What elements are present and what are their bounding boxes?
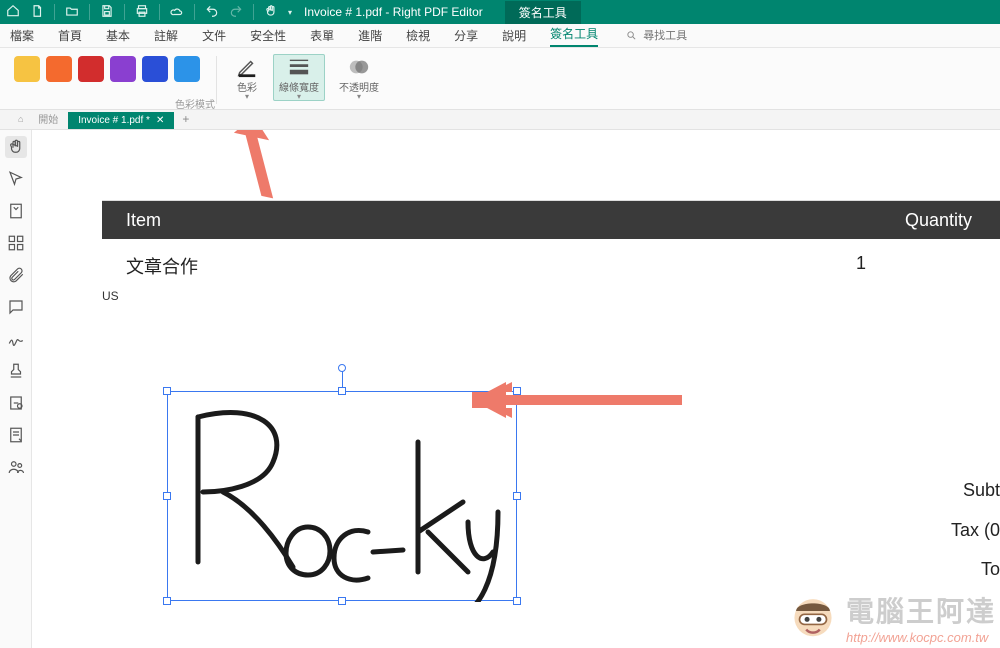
hand-tool-icon[interactable] — [264, 4, 278, 21]
resize-handle-bm[interactable] — [338, 597, 346, 605]
app-home-icon[interactable] — [6, 4, 20, 21]
total-label: To — [951, 550, 1000, 590]
redo-icon — [229, 4, 243, 21]
tool-hand[interactable] — [5, 136, 27, 158]
menu-sign-tools[interactable]: 簽名工具 — [550, 25, 598, 47]
swatch-4[interactable] — [110, 56, 136, 82]
new-doc-icon[interactable] — [30, 4, 44, 21]
pdf-page: Item Quantity 文章合作 1 US — [102, 200, 1000, 648]
watermark-url: http://www.kocpc.com.tw — [846, 630, 996, 645]
menu-help[interactable]: 說明 — [502, 27, 526, 44]
opacity-icon — [347, 56, 371, 78]
document-tab-bar: ⌂ 開始 Invoice # 1.pdf * ✕ + — [0, 110, 1000, 130]
menu-share[interactable]: 分享 — [454, 27, 478, 44]
resize-handle-tm[interactable] — [338, 387, 346, 395]
doc-tab-active-label: Invoice # 1.pdf * — [78, 115, 150, 126]
tool-thumbnails[interactable] — [5, 232, 27, 254]
handwritten-signature — [168, 392, 518, 602]
swatch-3[interactable] — [78, 56, 104, 82]
pencil-icon — [235, 56, 259, 78]
save-icon[interactable] — [100, 4, 114, 21]
search-icon — [626, 30, 637, 41]
title-bar-quick-icons: ▾ — [6, 4, 292, 21]
doc-tab-close-icon[interactable]: ✕ — [156, 115, 164, 126]
title-bar: ▾ Invoice # 1.pdf - Right PDF Editor 簽名工… — [0, 0, 1000, 24]
line-weight-icon — [287, 56, 311, 78]
doc-tab-active[interactable]: Invoice # 1.pdf * ✕ — [68, 112, 174, 129]
doc-tab-add[interactable]: + — [174, 109, 197, 129]
col-item: Item — [126, 210, 161, 231]
doc-tab-start[interactable]: ⌂ 開始 — [8, 108, 68, 129]
watermark-mascot-icon — [786, 589, 840, 646]
resize-handle-br[interactable] — [513, 597, 521, 605]
tool-form[interactable] — [5, 424, 27, 446]
ribbon: 色彩 ▾ 線條寬度 ▾ 不透明度 ▾ — [0, 48, 1000, 110]
tax-label: Tax (0 — [951, 511, 1000, 551]
menu-annotate[interactable]: 註解 — [154, 27, 178, 44]
ribbon-tool-color[interactable]: 色彩 ▾ — [229, 54, 265, 100]
annotation-arrow-top — [222, 130, 312, 204]
menu-security[interactable]: 安全性 — [250, 27, 286, 44]
resize-handle-ml[interactable] — [163, 492, 171, 500]
main-area: Item Quantity 文章合作 1 US — [0, 130, 1000, 648]
col-qty: Quantity — [905, 210, 972, 231]
resize-handle-tl[interactable] — [163, 387, 171, 395]
swatch-5[interactable] — [142, 56, 168, 82]
tool-comment[interactable] — [5, 296, 27, 318]
tool-stamp[interactable] — [5, 360, 27, 382]
ribbon-tool-opacity[interactable]: 不透明度 ▾ — [333, 54, 385, 100]
row-qty-value: 1 — [856, 253, 976, 279]
menu-view[interactable]: 檢視 — [406, 27, 430, 44]
invoice-row: 文章合作 1 — [102, 239, 1000, 289]
app-title: Invoice # 1.pdf - Right PDF Editor — [304, 5, 483, 19]
watermark-title: 電腦王阿達 — [846, 590, 996, 630]
invoice-table-header: Item Quantity — [102, 201, 1000, 239]
cloud-icon[interactable] — [170, 4, 184, 21]
swatch-1[interactable] — [14, 56, 40, 82]
signature-selection-box[interactable] — [167, 391, 517, 601]
invoice-totals: Subt Tax (0 To — [951, 471, 1000, 590]
menu-forms[interactable]: 表單 — [310, 27, 334, 44]
tool-bookmark[interactable] — [5, 200, 27, 222]
swatch-6[interactable] — [174, 56, 200, 82]
menu-basic[interactable]: 基本 — [106, 27, 130, 44]
resize-handle-mr[interactable] — [513, 492, 521, 500]
row-price-fragment: US — [102, 289, 119, 303]
color-mode-section-label: 色彩模式 — [175, 96, 215, 111]
tool-attachment[interactable] — [5, 264, 27, 286]
menu-bar: 檔案 首頁 基本 註解 文件 安全性 表單 進階 檢視 分享 說明 簽名工具 — [0, 24, 1000, 48]
document-canvas[interactable]: Item Quantity 文章合作 1 US — [32, 130, 1000, 648]
rotate-handle[interactable] — [338, 364, 346, 372]
vertical-toolbar — [0, 130, 32, 648]
tool-search-input[interactable] — [641, 29, 721, 43]
menu-advanced[interactable]: 進階 — [358, 27, 382, 44]
tool-signature[interactable] — [5, 328, 27, 350]
watermark: 電腦王阿達 http://www.kocpc.com.tw — [786, 589, 996, 646]
dropdown-caret-icon[interactable]: ▾ — [288, 8, 292, 17]
subtotal-label: Subt — [951, 471, 1000, 511]
menu-home[interactable]: 首頁 — [58, 27, 82, 44]
resize-handle-bl[interactable] — [163, 597, 171, 605]
color-swatch-section — [10, 54, 204, 82]
ribbon-tool-line-weight[interactable]: 線條寬度 ▾ — [273, 54, 325, 101]
contextual-tab[interactable]: 簽名工具 — [505, 1, 581, 24]
swatch-2[interactable] — [46, 56, 72, 82]
tool-protect[interactable] — [5, 392, 27, 414]
tool-select[interactable] — [5, 168, 27, 190]
menu-file[interactable]: 檔案 — [10, 27, 34, 44]
tool-share-users[interactable] — [5, 456, 27, 478]
menu-document[interactable]: 文件 — [202, 27, 226, 44]
row-item-text: 文章合作 — [126, 253, 198, 279]
annotation-arrow-right — [472, 380, 692, 420]
color-swatch-row — [14, 56, 200, 82]
tool-search[interactable] — [626, 29, 721, 43]
undo-icon[interactable] — [205, 4, 219, 21]
print-icon[interactable] — [135, 4, 149, 21]
open-file-icon[interactable] — [65, 4, 79, 21]
